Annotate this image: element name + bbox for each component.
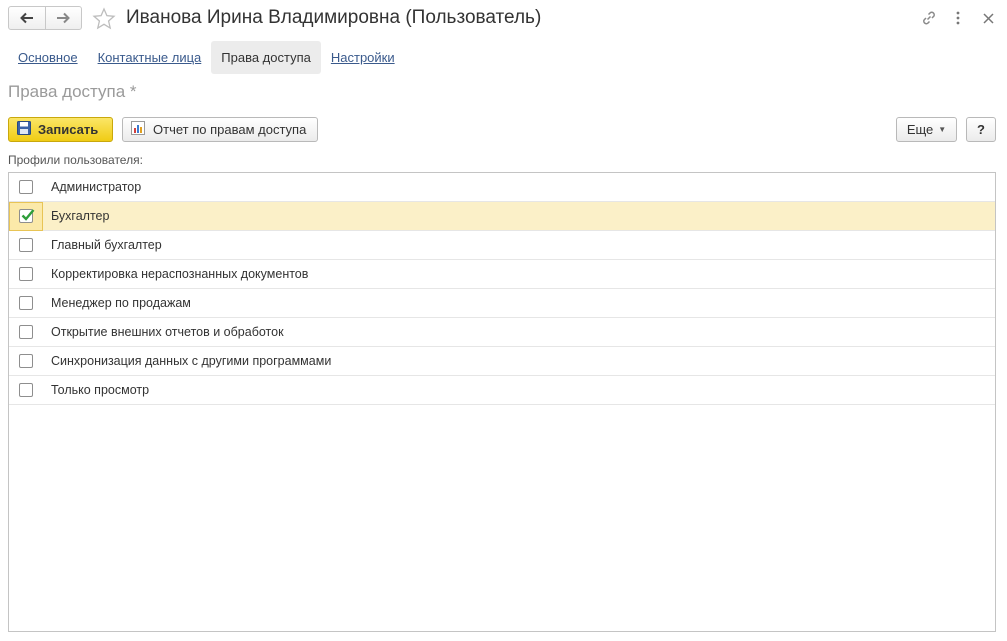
access-report-label: Отчет по правам доступа <box>153 122 307 137</box>
profiles-label: Профили пользователя: <box>8 153 143 167</box>
list-item-label: Корректировка нераспознанных документов <box>51 267 309 281</box>
list-item[interactable]: Синхронизация данных с другими программа… <box>9 347 995 376</box>
section-title: Права доступа * <box>8 82 137 101</box>
more-actions-button[interactable] <box>948 8 968 28</box>
form-tabs: Основное Контактные лица Права доступа Н… <box>8 41 405 74</box>
checkbox[interactable] <box>19 180 33 194</box>
tab-access-rights[interactable]: Права доступа <box>211 41 321 74</box>
list-item-label: Менеджер по продажам <box>51 296 191 310</box>
tab-contacts[interactable]: Контактные лица <box>88 41 212 74</box>
arrow-left-icon <box>19 12 33 24</box>
checkbox[interactable] <box>19 296 33 310</box>
checkbox[interactable] <box>19 267 33 281</box>
checkbox-cell[interactable] <box>9 260 43 289</box>
tab-settings[interactable]: Настройки <box>321 41 405 74</box>
checkbox[interactable] <box>19 383 33 397</box>
list-item-label: Бухгалтер <box>51 209 110 223</box>
star-icon <box>92 7 116 30</box>
list-item[interactable]: Только просмотр <box>9 376 995 405</box>
page-title: Иванова Ирина Владимировна (Пользователь… <box>126 7 542 28</box>
close-button[interactable] <box>978 8 998 28</box>
favorite-star-button[interactable] <box>92 7 116 31</box>
more-button-label: Еще <box>906 122 934 137</box>
list-item[interactable]: Главный бухгалтер <box>9 231 995 260</box>
link-button[interactable] <box>919 8 939 28</box>
link-icon <box>923 11 935 25</box>
checkbox-cell[interactable] <box>9 318 43 347</box>
list-item[interactable]: Открытие внешних отчетов и обработок <box>9 318 995 347</box>
checkbox[interactable] <box>19 354 33 368</box>
list-item-label: Открытие внешних отчетов и обработок <box>51 325 284 339</box>
floppy-disk-icon <box>17 121 31 138</box>
list-item[interactable]: Администратор <box>9 173 995 202</box>
help-button[interactable]: ? <box>966 117 996 142</box>
list-item[interactable]: Бухгалтер <box>9 201 995 231</box>
save-button[interactable]: Записать <box>8 117 113 142</box>
title-bar: Иванова Ирина Владимировна (Пользователь… <box>0 0 1007 38</box>
profiles-list: Администратор Бухгалтер Главный бухгалте… <box>8 172 996 632</box>
checkbox-cell[interactable] <box>9 201 43 231</box>
checkbox[interactable] <box>19 238 33 252</box>
arrow-right-icon <box>57 12 71 24</box>
list-item-label: Администратор <box>51 180 142 194</box>
checkbox-cell[interactable] <box>9 231 43 260</box>
checkbox-cell[interactable] <box>9 289 43 318</box>
checkbox[interactable] <box>19 325 33 339</box>
list-item-label: Синхронизация данных с другими программа… <box>51 354 332 368</box>
list-item[interactable]: Менеджер по продажам <box>9 289 995 318</box>
save-button-label: Записать <box>38 122 99 137</box>
tab-main[interactable]: Основное <box>8 41 88 74</box>
list-item[interactable]: Корректировка нераспознанных документов <box>9 260 995 289</box>
checkbox-cell[interactable] <box>9 173 43 202</box>
back-button[interactable] <box>9 7 45 29</box>
navigation-buttons <box>8 6 82 30</box>
report-chart-icon <box>131 121 145 138</box>
chevron-down-icon: ▼ <box>938 125 947 134</box>
list-item-label: Главный бухгалтер <box>51 238 162 252</box>
checkmark-icon <box>21 209 35 221</box>
list-item-label: Только просмотр <box>51 383 150 397</box>
more-vertical-icon <box>956 11 960 25</box>
close-icon <box>982 12 994 24</box>
more-button[interactable]: Еще ▼ <box>896 117 957 142</box>
access-report-button[interactable]: Отчет по правам доступа <box>122 117 318 142</box>
forward-button[interactable] <box>44 7 82 29</box>
checkbox-cell[interactable] <box>9 376 43 405</box>
checkbox[interactable] <box>19 209 35 223</box>
checkbox-cell[interactable] <box>9 347 43 376</box>
